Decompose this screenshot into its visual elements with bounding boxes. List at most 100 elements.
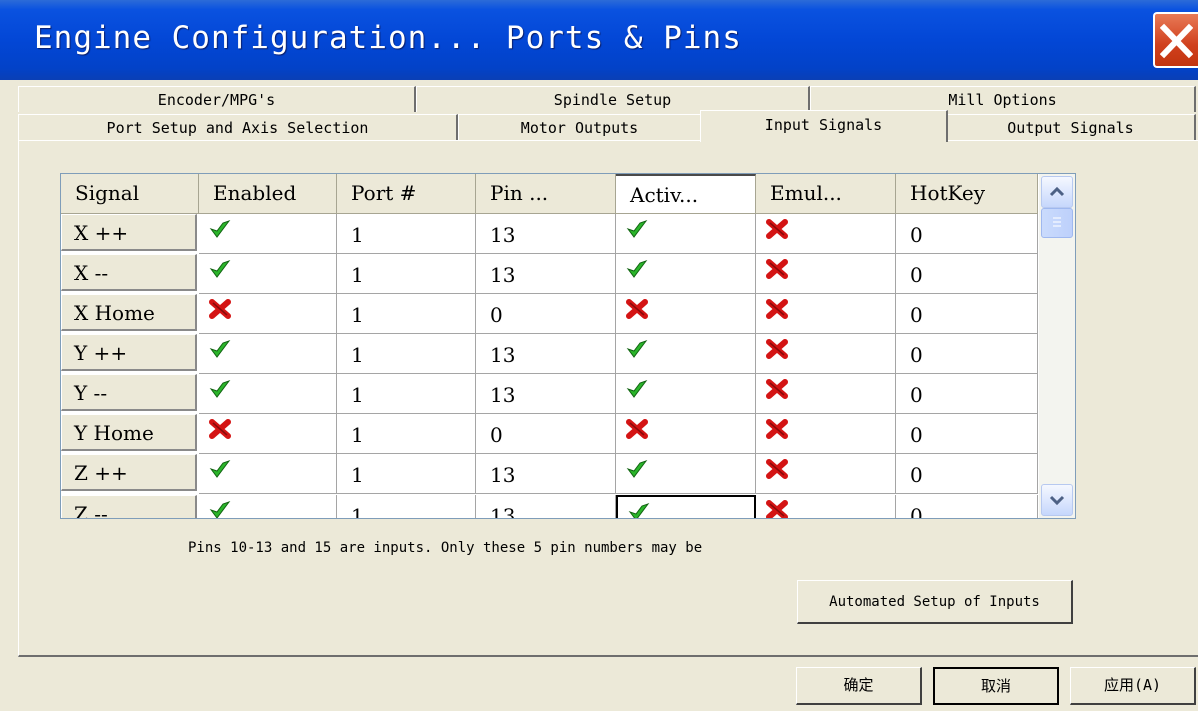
active-low-check-cell[interactable]	[616, 495, 756, 518]
check-icon	[626, 220, 648, 238]
row-header[interactable]: Y ++	[61, 334, 197, 371]
tab-motor-outputs[interactable]: Motor Outputs	[458, 114, 702, 140]
active-low-cross-cell[interactable]	[616, 294, 756, 334]
tab-input-signals[interactable]: Input Signals	[700, 110, 948, 142]
close-button[interactable]	[1153, 12, 1198, 68]
row-header[interactable]: X Home	[61, 294, 197, 331]
ok-button[interactable]: 确定	[796, 667, 922, 705]
emulated-cross-cell[interactable]	[756, 414, 896, 454]
hotkey-cell[interactable]: 0	[896, 454, 1038, 494]
port-cell[interactable]: 1	[337, 414, 476, 454]
active-low-check-cell[interactable]	[616, 334, 756, 374]
tab-port-setup[interactable]: Port Setup and Axis Selection	[18, 114, 458, 140]
emulated-cross-cell[interactable]	[756, 334, 896, 374]
active-low-check-cell[interactable]	[616, 214, 756, 254]
check-icon	[209, 260, 231, 278]
tab-output-signals[interactable]: Output Signals	[946, 114, 1196, 140]
port-cell[interactable]: 1	[337, 294, 476, 334]
cross-icon	[766, 500, 788, 518]
col-enabled-header[interactable]: Enabled	[199, 174, 337, 214]
col-signal-header[interactable]: Signal	[61, 174, 199, 214]
cancel-button[interactable]: 取消	[933, 667, 1059, 705]
hotkey-cell[interactable]: 0	[896, 374, 1038, 414]
enabled-cross-cell[interactable]	[199, 414, 337, 454]
col-emulated-header[interactable]: Emul...	[756, 174, 896, 214]
check-icon	[209, 460, 231, 478]
pin-cell[interactable]: 13	[476, 214, 616, 254]
hotkey-cell[interactable]: 0	[896, 414, 1038, 454]
scroll-up-button[interactable]	[1041, 176, 1073, 208]
enabled-check-cell[interactable]	[199, 334, 337, 374]
port-cell[interactable]: 1	[337, 374, 476, 414]
enabled-check-cell[interactable]	[199, 495, 337, 518]
row-header[interactable]: X --	[61, 254, 197, 291]
cross-icon	[766, 299, 788, 319]
col-pin-header[interactable]: Pin ...	[476, 174, 616, 214]
close-icon	[1160, 23, 1193, 59]
pin-cell[interactable]: 13	[476, 374, 616, 414]
pin-cell[interactable]: 13	[476, 495, 616, 518]
scroll-thumb[interactable]	[1041, 208, 1073, 238]
enabled-check-cell[interactable]	[199, 374, 337, 414]
tab-spindle-setup[interactable]: Spindle Setup	[416, 86, 810, 112]
active-low-check-cell[interactable]	[616, 254, 756, 294]
row-header[interactable]: Z ++	[61, 454, 197, 491]
pin-cell[interactable]: 13	[476, 254, 616, 294]
row-header[interactable]: Z --	[61, 495, 197, 518]
pin-cell[interactable]: 0	[476, 294, 616, 334]
emulated-cross-cell[interactable]	[756, 254, 896, 294]
row-header[interactable]: Y Home	[61, 414, 197, 451]
cross-icon	[209, 299, 231, 319]
hotkey-cell[interactable]: 0	[896, 214, 1038, 254]
input-signals-grid[interactable]: Signal Enabled Port # Pin ... Activ... Emul..…	[60, 173, 1076, 519]
pin-cell[interactable]: 13	[476, 334, 616, 374]
tab-encoder-mpgs[interactable]: Encoder/MPG's	[18, 86, 416, 112]
enabled-check-cell[interactable]	[199, 454, 337, 494]
tab-mill-options[interactable]: Mill Options	[810, 86, 1196, 112]
check-icon	[209, 340, 231, 358]
apply-button[interactable]: 应用(A)	[1070, 667, 1196, 705]
port-cell[interactable]: 1	[337, 334, 476, 374]
check-icon	[626, 340, 648, 358]
active-low-check-cell[interactable]	[616, 454, 756, 494]
emulated-cross-cell[interactable]	[756, 374, 896, 414]
col-active-low-header[interactable]: Activ...	[616, 174, 756, 214]
emulated-cross-cell[interactable]	[756, 214, 896, 254]
title-bar: Engine Configuration... Ports & Pins	[0, 0, 1198, 80]
automated-setup-button[interactable]: Automated Setup of Inputs	[797, 580, 1073, 624]
port-cell[interactable]: 1	[337, 214, 476, 254]
cross-icon	[766, 219, 788, 239]
hotkey-cell[interactable]: 0	[896, 294, 1038, 334]
port-cell[interactable]: 1	[337, 254, 476, 294]
emulated-cross-cell[interactable]	[756, 294, 896, 334]
port-cell[interactable]: 1	[337, 495, 476, 518]
chevron-up-icon	[1049, 186, 1065, 197]
check-icon	[209, 501, 231, 518]
col-hotkey-header[interactable]: HotKey	[896, 174, 1038, 214]
row-header[interactable]: Y --	[61, 374, 197, 411]
port-cell[interactable]: 1	[337, 454, 476, 494]
pin-cell[interactable]: 0	[476, 414, 616, 454]
check-icon	[209, 220, 231, 238]
active-low-cross-cell[interactable]	[616, 414, 756, 454]
pin-cell[interactable]: 13	[476, 454, 616, 494]
hotkey-cell[interactable]: 0	[896, 495, 1038, 518]
active-low-check-cell[interactable]	[616, 374, 756, 414]
cross-icon	[766, 259, 788, 279]
enabled-check-cell[interactable]	[199, 214, 337, 254]
check-icon	[628, 503, 650, 518]
scroll-down-button[interactable]	[1041, 484, 1073, 516]
vertical-scrollbar[interactable]	[1039, 174, 1075, 518]
emulated-cross-cell[interactable]	[756, 454, 896, 494]
window-title: Engine Configuration... Ports & Pins	[34, 20, 742, 56]
row-header[interactable]: X ++	[61, 214, 197, 251]
hotkey-cell[interactable]: 0	[896, 334, 1038, 374]
enabled-check-cell[interactable]	[199, 254, 337, 294]
emulated-cross-cell[interactable]	[756, 495, 896, 518]
col-port-header[interactable]: Port #	[337, 174, 476, 214]
hotkey-cell[interactable]: 0	[896, 254, 1038, 294]
chevron-down-icon	[1049, 495, 1065, 506]
enabled-cross-cell[interactable]	[199, 294, 337, 334]
cross-icon	[766, 419, 788, 439]
check-icon	[626, 260, 648, 278]
